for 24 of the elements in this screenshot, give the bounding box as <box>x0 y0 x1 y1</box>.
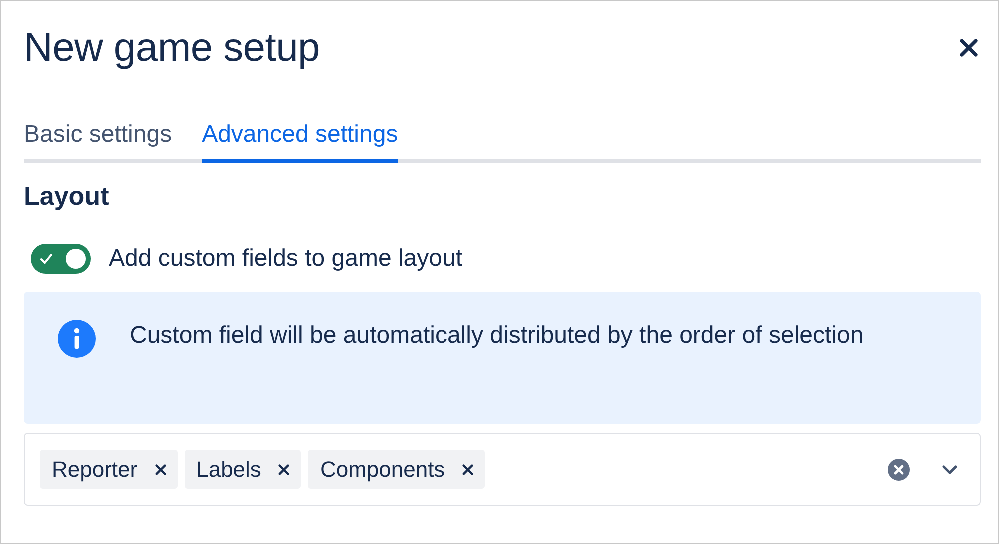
multi-select-field[interactable]: Reporter Labels Components <box>24 433 981 506</box>
remove-icon <box>462 464 474 476</box>
remove-tag-button[interactable] <box>277 462 292 476</box>
clear-icon <box>888 458 910 480</box>
tag-label: Components <box>320 456 446 482</box>
tag-label: Reporter <box>52 456 138 482</box>
dialog-title: New game setup <box>24 26 320 70</box>
toggle-switch[interactable] <box>31 244 91 274</box>
toggle-label: Add custom fields to game layout <box>109 245 463 273</box>
tag-label: Labels <box>196 456 262 482</box>
tab[interactable]: Advanced settings <box>202 121 398 163</box>
chevron-down-icon <box>942 464 958 474</box>
remove-tag-button[interactable] <box>461 462 476 476</box>
check-icon <box>40 253 53 265</box>
tab[interactable]: Basic settings <box>24 121 172 163</box>
remove-icon <box>154 464 167 476</box>
info-message: Custom field will be automatically distributed by the order of selection <box>130 321 864 351</box>
section-heading: Layout <box>24 181 110 212</box>
remove-tag-button[interactable] <box>154 462 168 476</box>
close-icon <box>959 38 979 58</box>
info-icon <box>58 320 96 358</box>
remove-icon <box>278 464 290 476</box>
clear-button[interactable] <box>887 458 911 482</box>
close-button[interactable] <box>957 36 981 60</box>
